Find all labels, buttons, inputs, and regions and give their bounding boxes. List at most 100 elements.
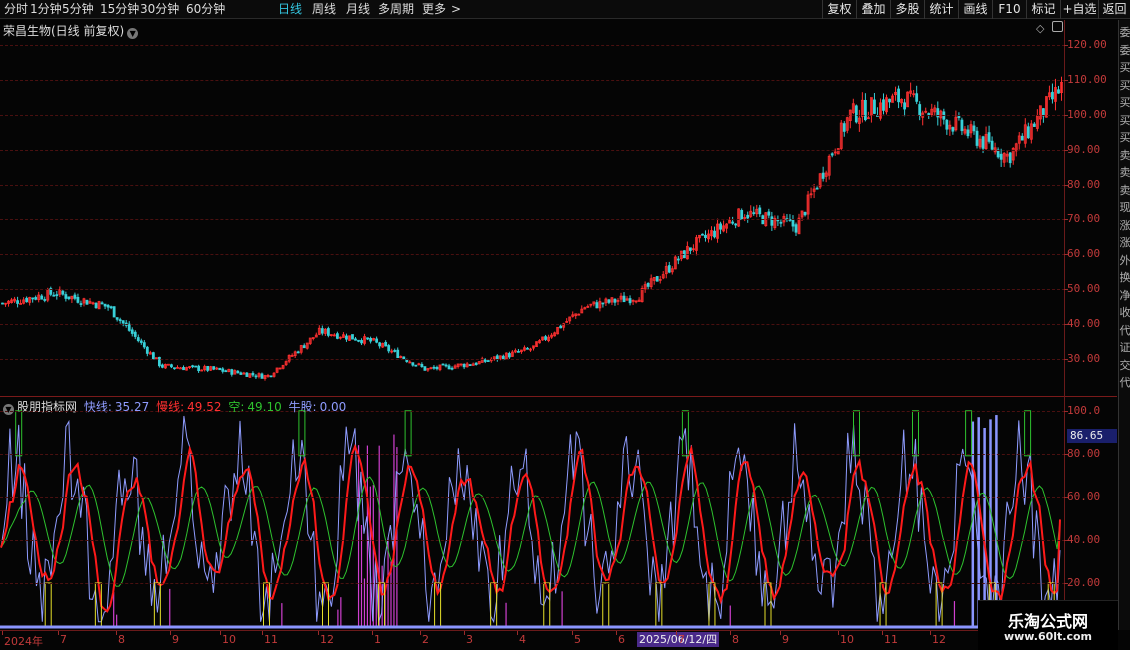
candle-body bbox=[815, 187, 819, 190]
period-tab-2[interactable]: 5分钟 bbox=[62, 2, 94, 17]
candle-body bbox=[239, 372, 243, 375]
candle-body bbox=[688, 247, 692, 251]
candle-body bbox=[378, 342, 382, 347]
toolbar-button-0[interactable]: 复权 bbox=[822, 0, 856, 19]
time-axis-label: 7 bbox=[60, 633, 67, 646]
candle-body bbox=[354, 338, 357, 341]
toolbar-button-1[interactable]: 叠加 bbox=[856, 0, 890, 19]
time-axis-tick bbox=[616, 631, 617, 635]
price-candlestick-chart[interactable] bbox=[0, 38, 1065, 394]
bull-bar bbox=[337, 609, 339, 626]
toolbar-button-7[interactable]: +自选 bbox=[1060, 0, 1098, 19]
diamond-icon[interactable]: ◇ bbox=[1036, 22, 1044, 35]
candle-body bbox=[251, 372, 255, 376]
candle-body bbox=[731, 221, 735, 224]
candle-body bbox=[25, 297, 29, 303]
time-axis-label: 12 bbox=[320, 633, 334, 646]
candle-body bbox=[767, 211, 771, 216]
toolbar-button-3[interactable]: 统计 bbox=[924, 0, 958, 19]
candle-body bbox=[517, 350, 520, 353]
candle-body bbox=[758, 207, 762, 215]
period-tab-9[interactable]: 多周期 bbox=[378, 2, 414, 17]
period-tab-10[interactable]: 更多 bbox=[422, 2, 446, 17]
indicator-oscillator-chart[interactable] bbox=[0, 398, 1065, 630]
bull-bar bbox=[363, 578, 366, 626]
candle-body bbox=[67, 296, 71, 300]
bull-bar bbox=[281, 603, 283, 626]
stock-title-text: 荣昌生物(日线 前复权) bbox=[3, 24, 125, 38]
more-chevron-icon[interactable]: > bbox=[451, 2, 461, 17]
time-axis-label: 8 bbox=[732, 633, 739, 646]
period-tab-3[interactable]: 15分钟 bbox=[100, 2, 139, 17]
info-strip-label: 现 bbox=[1119, 201, 1130, 214]
time-axis-tick bbox=[780, 631, 781, 635]
candle-body bbox=[151, 352, 155, 360]
candle-body bbox=[121, 320, 125, 324]
candle-body bbox=[40, 295, 44, 300]
price-gridline bbox=[0, 289, 1065, 291]
candle-body bbox=[972, 125, 976, 132]
info-strip-label: 买 bbox=[1119, 131, 1130, 144]
toolbar-button-6[interactable]: 标记 bbox=[1026, 0, 1060, 19]
candle-body bbox=[951, 127, 955, 132]
price-axis-label: 50.00 bbox=[1067, 282, 1101, 296]
period-tab-5[interactable]: 60分钟 bbox=[186, 2, 225, 17]
osc-gridline bbox=[0, 582, 1065, 584]
candle-body bbox=[595, 302, 599, 309]
period-tab-1[interactable]: 1分钟 bbox=[30, 2, 62, 17]
info-strip-label: 卖 bbox=[1119, 148, 1130, 162]
candle-body bbox=[740, 210, 744, 221]
time-axis-tick bbox=[464, 631, 465, 635]
candle-body bbox=[915, 93, 919, 102]
candle-body bbox=[1032, 123, 1036, 127]
info-strip-label: 换 bbox=[1119, 271, 1130, 284]
candle-body bbox=[450, 367, 454, 370]
candle-body bbox=[821, 172, 825, 179]
info-strip-label: 净 bbox=[1119, 288, 1130, 302]
time-axis-label: 11 bbox=[884, 633, 898, 646]
candle-body bbox=[393, 350, 397, 352]
time-axis-tick bbox=[170, 631, 171, 635]
period-tab-4[interactable]: 30分钟 bbox=[140, 2, 179, 17]
window-icon[interactable] bbox=[1052, 21, 1063, 32]
time-axis-label: 12 bbox=[932, 633, 946, 646]
period-tab-6[interactable]: 日线 bbox=[278, 2, 302, 17]
toolbar-button-2[interactable]: 多股 bbox=[890, 0, 924, 19]
candle-body bbox=[1020, 135, 1024, 141]
candle-body bbox=[396, 349, 400, 359]
osc-axis-label: 80.00 bbox=[1067, 446, 1101, 460]
candle-body bbox=[302, 345, 306, 349]
candle-body bbox=[206, 365, 210, 371]
stock-title[interactable]: 荣昌生物(日线 前复权) ▼ bbox=[3, 22, 139, 39]
info-strip-label: 证 bbox=[1119, 341, 1130, 354]
info-strip-label: 代 bbox=[1119, 323, 1130, 337]
candle-body bbox=[106, 304, 110, 308]
right-info-strip: 委委买买买买买卖卖卖现涨涨外换净收代证交代 bbox=[1118, 20, 1130, 630]
candle-body bbox=[414, 364, 418, 367]
candle-body bbox=[791, 219, 795, 227]
candle-body bbox=[360, 340, 363, 344]
price-gridline bbox=[0, 359, 1065, 361]
toolbar-button-4[interactable]: 画线 bbox=[958, 0, 992, 19]
toolbar-button-8[interactable]: 返回 bbox=[1098, 0, 1130, 19]
period-tab-7[interactable]: 周线 bbox=[312, 2, 336, 17]
watermark: 乐淘公式网 www.60lt.com bbox=[978, 600, 1118, 650]
period-tab-0[interactable]: 分时 bbox=[4, 2, 28, 17]
time-axis-label: 5 bbox=[574, 633, 581, 646]
candle-body bbox=[830, 153, 834, 156]
candle-body bbox=[191, 365, 194, 368]
candle-body bbox=[336, 333, 339, 339]
candle-body bbox=[109, 306, 113, 309]
price-axis-label: 90.00 bbox=[1067, 142, 1101, 156]
period-tab-8[interactable]: 月线 bbox=[346, 2, 370, 17]
candle-body bbox=[999, 153, 1003, 160]
candle-body bbox=[888, 98, 891, 103]
volume-spike-bar bbox=[983, 427, 986, 626]
candle-body bbox=[173, 367, 176, 370]
toolbar-button-5[interactable]: F10 bbox=[992, 0, 1026, 19]
info-strip-label: 买 bbox=[1119, 78, 1130, 92]
time-axis-label: 10 bbox=[222, 633, 236, 646]
candle-body bbox=[351, 334, 354, 340]
candle-body bbox=[269, 375, 273, 378]
top-signal-box bbox=[298, 410, 306, 457]
